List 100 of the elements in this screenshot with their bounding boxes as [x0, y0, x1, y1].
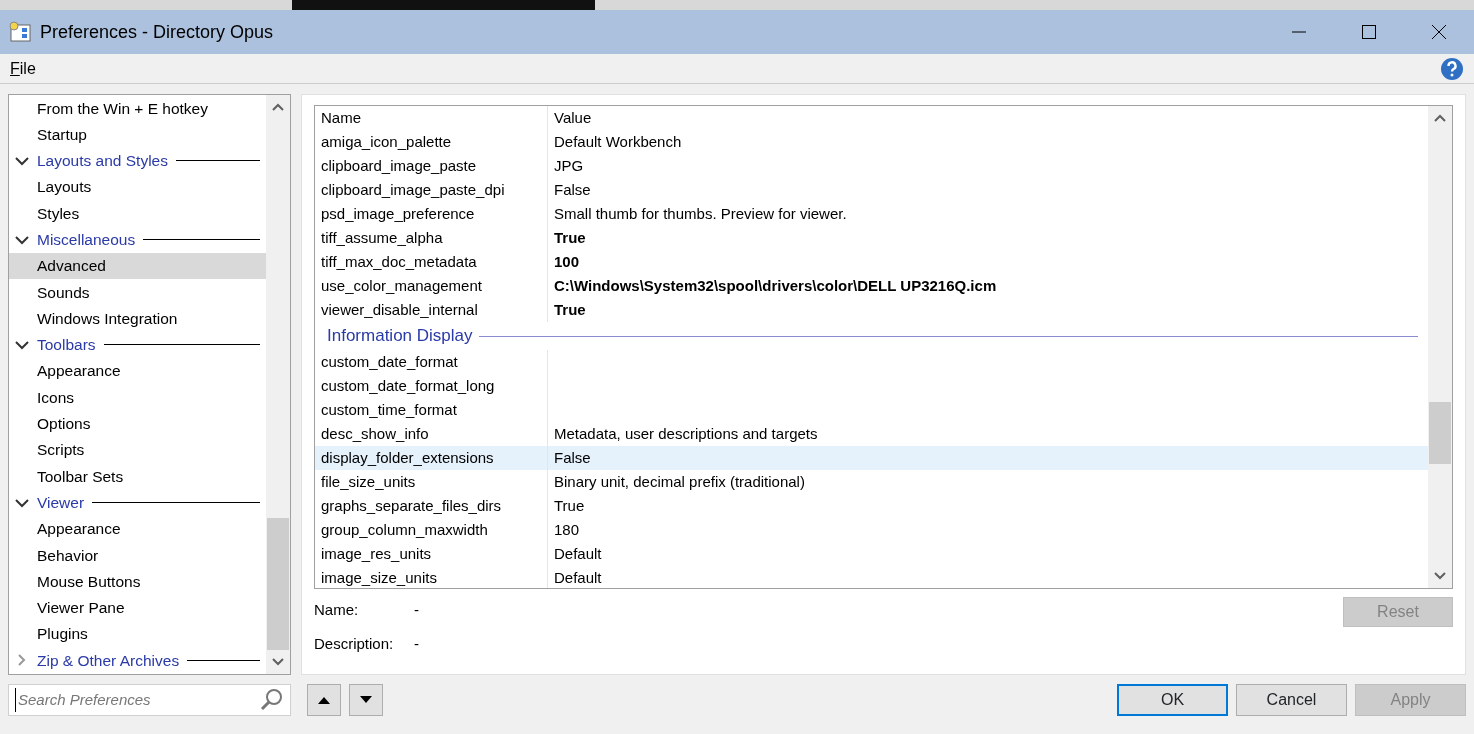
table-cell: graphs_separate_files_dirs: [315, 494, 548, 518]
table-cell: image_size_units: [315, 566, 548, 588]
tree-item[interactable]: From the Win + E hotkey: [9, 95, 266, 122]
column-header[interactable]: Value: [548, 106, 592, 130]
tree-item[interactable]: Appearance: [9, 515, 266, 543]
tree-item[interactable]: Viewer Pane: [9, 594, 266, 621]
tree-item[interactable]: Styles: [9, 200, 266, 227]
table-cell: psd_image_preference: [315, 202, 548, 226]
table-cell: image_res_units: [315, 542, 548, 566]
tree-item[interactable]: Appearance: [9, 357, 266, 385]
table-cell-text: Small thumb for thumbs. Preview for viewer.: [553, 203, 847, 224]
field-value: -: [414, 633, 419, 654]
table-row[interactable]: custom_date_format_long: [315, 374, 1428, 398]
tree-category[interactable]: Layouts and Styles: [9, 147, 266, 174]
tree-item[interactable]: Icons: [9, 384, 266, 411]
category-label: Layouts and Styles: [37, 151, 168, 172]
table-cell: custom_date_format: [315, 350, 548, 374]
category-label: Toolbars: [37, 335, 96, 356]
tree-item[interactable]: Scripts: [9, 436, 266, 464]
tree-item[interactable]: Sounds: [9, 279, 266, 306]
table-cell: tiff_assume_alpha: [315, 226, 548, 250]
down-triangle-icon: [360, 696, 372, 704]
tree-item[interactable]: Startup: [9, 121, 266, 148]
table-cell-text: False: [553, 179, 591, 200]
help-icon[interactable]: [1440, 56, 1464, 81]
table-row[interactable]: image_res_units Default: [315, 542, 1428, 566]
table-cell-text: False: [553, 447, 591, 468]
table-row[interactable]: use_color_management C:\Windows\System32\spool\drivers\color\DELL UP3216Q.icm: [315, 274, 1428, 298]
tree-category[interactable]: Toolbars: [9, 331, 266, 358]
table-row[interactable]: amiga_icon_palette Default Workbench: [315, 130, 1428, 154]
tree-item[interactable]: Advanced: [9, 252, 266, 280]
table-cell-text: True: [553, 495, 585, 516]
table-cell: use_color_management: [315, 274, 548, 298]
table-cell-text: Default: [553, 543, 602, 564]
table-cell: amiga_icon_palette: [315, 130, 548, 154]
close-icon: [1431, 24, 1447, 40]
table-row[interactable]: graphs_separate_files_dirs True: [315, 494, 1428, 518]
table-row[interactable]: tiff_assume_alpha True: [315, 226, 1428, 250]
table-cell-text: Default Workbench: [553, 131, 682, 152]
field-label: Description:: [314, 633, 395, 654]
up-triangle-icon: [318, 696, 330, 704]
tree-category[interactable]: Viewer: [9, 489, 266, 516]
minimize-icon: [1291, 31, 1307, 33]
category-label: Viewer: [37, 492, 85, 513]
table-cell: viewer_disable_internal: [315, 298, 548, 322]
group-header: Information Display: [327, 325, 473, 348]
table-cell-text: C:\Windows\System32\spool\drivers\color\DELL UP3216Q.icm: [553, 275, 997, 296]
table-cell-text: Default: [553, 567, 602, 588]
column-header[interactable]: Name: [315, 106, 548, 130]
category-label: Miscellaneous: [37, 230, 136, 250]
move-up-button[interactable]: [307, 684, 341, 716]
field-value: -: [414, 599, 419, 620]
table-cell: file_size_units: [315, 470, 548, 494]
table-row[interactable]: image_size_units Default: [315, 566, 1428, 588]
tree-category[interactable]: Zip & Other Archives: [9, 647, 266, 674]
scroll-thumb[interactable]: [1429, 402, 1451, 464]
table-row[interactable]: custom_date_format: [315, 350, 1428, 374]
table-cell: clipboard_image_paste: [315, 154, 548, 178]
dialog-button[interactable]: Cancel: [1236, 684, 1347, 716]
table-cell-text: 180: [553, 519, 580, 540]
table-cell: display_folder_extensions: [315, 446, 548, 470]
category-label: Zip & Other Archives: [37, 650, 180, 671]
dialog-button[interactable]: OK: [1117, 684, 1228, 716]
move-down-button[interactable]: [349, 684, 383, 716]
scrollbar[interactable]: [1428, 106, 1452, 588]
scroll-thumb[interactable]: [267, 518, 289, 650]
table-row[interactable]: clipboard_image_paste JPG: [315, 154, 1428, 178]
tree-item[interactable]: Plugins: [9, 620, 266, 648]
tree-category[interactable]: Miscellaneous: [9, 226, 266, 253]
table-cell-text: True: [553, 227, 586, 248]
search-icon: [260, 688, 284, 712]
table-row[interactable]: tiff_max_doc_metadata 100: [315, 250, 1428, 274]
app-icon: [8, 21, 32, 43]
tree-item[interactable]: Mouse Buttons: [9, 568, 266, 595]
table-cell-text: Binary unit, decimal prefix (traditional): [553, 471, 805, 492]
tree-item[interactable]: Options: [9, 410, 266, 437]
table-cell: custom_time_format: [315, 398, 548, 422]
tree-item[interactable]: Layouts: [9, 173, 266, 201]
table-row[interactable]: display_folder_extensions False: [315, 446, 1428, 470]
table-cell-text: True: [553, 299, 586, 320]
table-row[interactable]: clipboard_image_paste_dpi False: [315, 178, 1428, 202]
table-row[interactable]: file_size_units Binary unit, decimal prefix (traditional): [315, 470, 1428, 494]
table-cell: custom_date_format_long: [315, 374, 548, 398]
maximize-icon: [1361, 24, 1377, 40]
table-cell-text: Metadata, user descriptions and targets: [553, 423, 818, 444]
tree-item[interactable]: Windows Integration: [9, 305, 266, 332]
field-label: Name:: [314, 599, 360, 620]
search-field[interactable]: Search Preferences: [8, 684, 291, 716]
table-row[interactable]: group_column_maxwidth 180: [315, 518, 1428, 542]
table-row[interactable]: psd_image_preference Small thumb for thumbs. Preview for viewer.: [315, 202, 1428, 226]
scrollbar[interactable]: [266, 95, 290, 674]
menu-item[interactable]: File: [10, 56, 36, 81]
window-title: Preferences - Directory Opus: [40, 20, 274, 44]
table-row[interactable]: viewer_disable_internal True: [315, 298, 1428, 322]
table-row[interactable]: custom_time_format: [315, 398, 1428, 422]
table-cell-text: 100: [553, 251, 580, 272]
table-cell: clipboard_image_paste_dpi: [315, 178, 548, 202]
tree-item[interactable]: Toolbar Sets: [9, 463, 266, 490]
tree-item[interactable]: Behavior: [9, 542, 266, 569]
table-cell: group_column_maxwidth: [315, 518, 548, 542]
